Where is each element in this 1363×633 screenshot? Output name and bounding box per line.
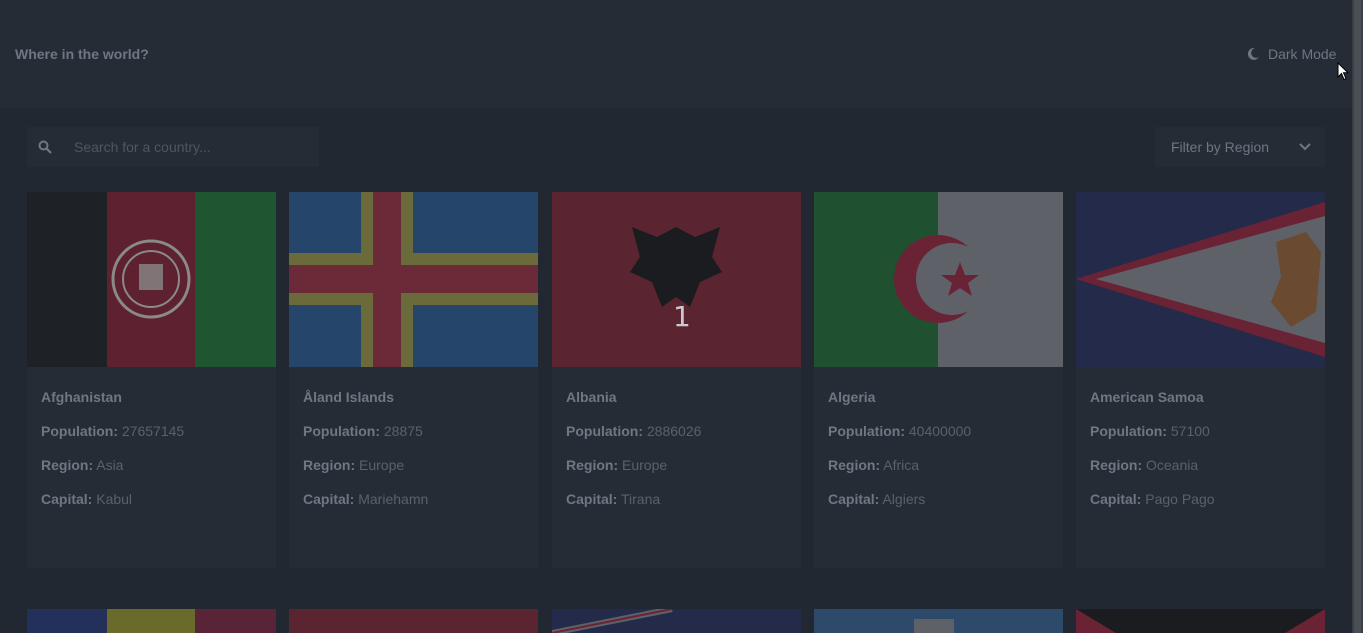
dark-mode-toggle[interactable]: Dark Mode	[1246, 46, 1336, 62]
mouse-cursor-icon	[1337, 62, 1349, 81]
flag-american-samoa	[1076, 192, 1325, 367]
flag-afghanistan	[27, 192, 276, 367]
population-info: Population: 27657145	[41, 423, 262, 439]
capital-value: Algiers	[882, 491, 926, 507]
population-value: 2886026	[646, 423, 702, 439]
capital-info: Capital: Algiers	[828, 491, 1049, 507]
flag-algeria	[814, 192, 1063, 367]
region-value: Asia	[96, 457, 124, 473]
population-key: Population:	[303, 423, 380, 439]
capital-value: Pago Pago	[1145, 491, 1215, 507]
chevron-down-icon	[1299, 143, 1311, 151]
flag-aland-islands	[289, 192, 538, 367]
region-key: Region:	[1090, 457, 1143, 473]
region-filter-dropdown[interactable]: Filter by Region	[1155, 127, 1325, 167]
population-value: 27657145	[121, 423, 185, 439]
region-info: Region: Asia	[41, 457, 262, 473]
country-name: Algeria	[828, 389, 876, 405]
capital-info: Capital: Kabul	[41, 491, 262, 507]
dark-mode-label: Dark Mode	[1268, 46, 1337, 62]
population-info: Population: 28875	[303, 423, 524, 439]
capital-key: Capital:	[1090, 491, 1142, 507]
capital-key: Capital:	[303, 491, 355, 507]
region-value: Europe	[359, 457, 405, 473]
scrollbar-thumb[interactable]	[1354, 0, 1361, 633]
overlay-badge: 1	[673, 300, 691, 333]
population-value: 40400000	[908, 423, 972, 439]
flag-partial[interactable]	[814, 609, 1063, 633]
country-name: Afghanistan	[41, 389, 122, 405]
capital-info: Capital: Mariehamn	[303, 491, 524, 507]
country-name: Åland Islands	[303, 389, 395, 405]
capital-value: Tirana	[620, 491, 661, 507]
region-info: Region: Africa	[828, 457, 1049, 473]
population-info: Population: 57100	[1090, 423, 1311, 439]
capital-key: Capital:	[41, 491, 93, 507]
population-key: Population:	[41, 423, 118, 439]
search-box[interactable]	[27, 127, 319, 167]
capital-info: Capital: Tirana	[566, 491, 787, 507]
search-icon	[38, 140, 52, 154]
country-card[interactable]: Albania Population: 2886026 Region: Euro…	[552, 192, 801, 568]
country-card[interactable]: Åland Islands Population: 28875 Region: …	[289, 192, 538, 568]
capital-key: Capital:	[566, 491, 618, 507]
flag-partial[interactable]	[289, 609, 538, 633]
country-card[interactable]: Algeria Population: 40400000 Region: Afr…	[814, 192, 1063, 568]
population-info: Population: 2886026	[566, 423, 787, 439]
country-name: American Samoa	[1090, 389, 1204, 405]
region-key: Region:	[828, 457, 881, 473]
region-key: Region:	[41, 457, 94, 473]
flag-partial[interactable]	[1076, 609, 1325, 633]
population-key: Population:	[828, 423, 905, 439]
region-info: Region: Europe	[566, 457, 787, 473]
region-info: Region: Oceania	[1090, 457, 1311, 473]
population-key: Population:	[566, 423, 643, 439]
capital-value: Mariehamn	[358, 491, 429, 507]
search-input[interactable]	[74, 139, 294, 155]
region-value: Europe	[622, 457, 668, 473]
population-value: 57100	[1170, 423, 1210, 439]
population-info: Population: 40400000	[828, 423, 1049, 439]
region-value: Oceania	[1146, 457, 1199, 473]
country-name: Albania	[566, 389, 617, 405]
flag-partial[interactable]	[27, 609, 276, 633]
app-header: Where in the world? Dark Mode	[0, 0, 1352, 108]
flag-albania	[552, 192, 801, 367]
moon-icon	[1247, 47, 1259, 60]
capital-key: Capital:	[828, 491, 880, 507]
country-card[interactable]: Afghanistan Population: 27657145 Region:…	[27, 192, 276, 568]
region-key: Region:	[303, 457, 356, 473]
region-value: Africa	[883, 457, 920, 473]
app-title: Where in the world?	[15, 46, 149, 62]
population-value: 28875	[383, 423, 423, 439]
region-key: Region:	[566, 457, 619, 473]
region-info: Region: Europe	[303, 457, 524, 473]
capital-value: Kabul	[96, 491, 133, 507]
population-key: Population:	[1090, 423, 1167, 439]
flag-partial[interactable]	[552, 609, 801, 633]
capital-info: Capital: Pago Pago	[1090, 491, 1311, 507]
region-filter-label: Filter by Region	[1171, 139, 1270, 155]
country-card[interactable]: American Samoa Population: 57100 Region:…	[1076, 192, 1325, 568]
